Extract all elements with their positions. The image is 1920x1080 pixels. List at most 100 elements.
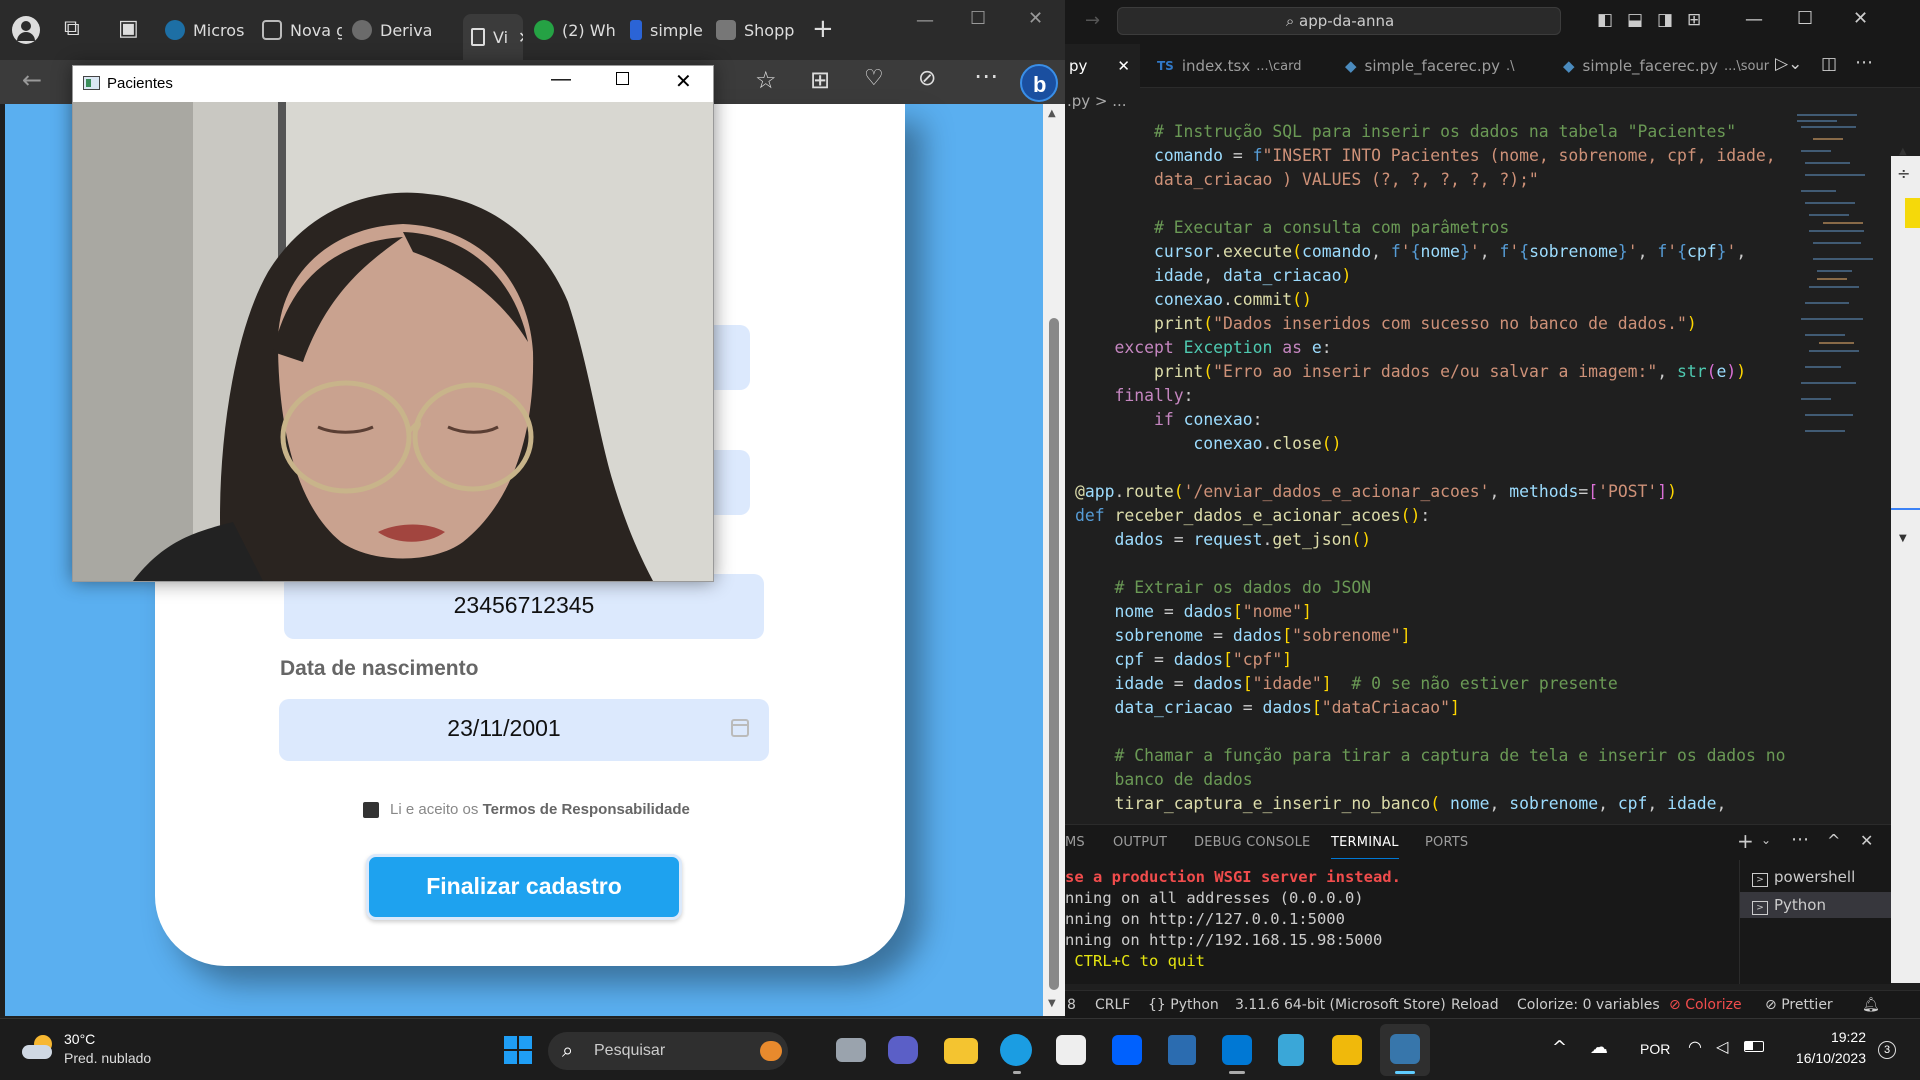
bing-copilot-icon[interactable]: b — [1020, 64, 1058, 102]
workspaces-icon[interactable]: ⧉ — [64, 18, 80, 40]
collections-icon[interactable]: ⊞ — [810, 68, 830, 92]
profile-icon[interactable] — [12, 16, 40, 44]
browser-tab[interactable]: Shopp — [716, 12, 796, 48]
status-colorize-vars[interactable]: Colorize: 0 variables — [1517, 991, 1660, 1018]
terminal-item-powershell[interactable]: > powershell — [1752, 868, 1855, 887]
new-terminal-icon[interactable]: + — [1737, 829, 1754, 853]
close-icon[interactable]: ✕ — [675, 69, 692, 94]
editor-tab[interactable]: ◆ simple_facerec.py .\ — [1345, 44, 1515, 88]
terms-link[interactable]: Termos de Responsabilidade — [483, 801, 690, 818]
tab-terminal[interactable]: TERMINAL — [1331, 825, 1399, 859]
new-tab-button[interactable]: + — [812, 16, 834, 42]
terms-checkbox[interactable] — [363, 802, 379, 818]
language-indicator[interactable]: POR — [1640, 1041, 1670, 1057]
wifi-icon[interactable]: ◠ — [1688, 1037, 1702, 1056]
submit-button[interactable]: Finalizar cadastro — [366, 854, 682, 920]
back-icon[interactable]: ← — [22, 68, 42, 92]
volume-icon[interactable]: ◁ — [1716, 1037, 1728, 1056]
start-icon[interactable] — [500, 1032, 536, 1068]
python-taskbar-button[interactable] — [1380, 1024, 1430, 1076]
paint-icon[interactable] — [1332, 1035, 1362, 1065]
browser-tab[interactable]: Nova g — [262, 12, 342, 48]
status-prettier[interactable]: ⊘ Prettier — [1765, 991, 1833, 1018]
editor-tab-active[interactable]: py ✕ — [1065, 44, 1140, 88]
more-icon[interactable]: ⋯ — [1791, 829, 1809, 850]
editor-tab[interactable]: TS index.tsx ...\card — [1157, 44, 1301, 88]
more-actions-icon[interactable]: ⋯ — [1855, 52, 1873, 73]
close-tab-icon[interactable]: ✕ — [518, 28, 523, 47]
vscode-icon[interactable] — [1222, 1035, 1252, 1065]
toggle-panel-icon[interactable]: ⬓ — [1627, 10, 1643, 30]
run-icon[interactable]: ▷⌄ — [1775, 54, 1802, 74]
tab-ports[interactable]: PORTS — [1425, 825, 1468, 861]
browser-tab[interactable]: Deriva — [352, 12, 432, 48]
battery-icon[interactable] — [1744, 1041, 1764, 1052]
editor-scrollbar[interactable]: ▲ ÷ ▼ — [1891, 128, 1920, 983]
clock-time[interactable]: 19:22 — [1786, 1029, 1866, 1045]
weather-desc[interactable]: Pred. nublado — [64, 1050, 151, 1066]
taskbar-search[interactable]: ⌕ Pesquisar — [548, 1032, 788, 1070]
terminal-item-python[interactable]: > Python — [1740, 892, 1891, 918]
status-language[interactable]: {} Python — [1148, 991, 1219, 1018]
editor-tab[interactable]: ◆ simple_facerec.py ...\sour — [1563, 44, 1769, 88]
minimap[interactable] — [1793, 110, 1883, 450]
cpf-input[interactable]: 23456712345 — [284, 574, 764, 639]
scroll-down-icon[interactable]: ▼ — [1048, 998, 1056, 1009]
split-icon[interactable]: ÷ — [1897, 164, 1910, 183]
meet-icon[interactable] — [888, 1036, 918, 1064]
extensions-icon[interactable]: ⊘ — [918, 68, 936, 90]
clock-date[interactable]: 16/10/2023 — [1766, 1050, 1866, 1066]
browser-tab[interactable]: Micros — [165, 12, 245, 48]
browser-tab-active[interactable]: Vi✕ — [463, 14, 523, 60]
status-lines[interactable]: 8 — [1067, 991, 1076, 1018]
browser-tab[interactable]: (2) Wh — [534, 12, 619, 48]
close-icon[interactable]: ✕ — [1028, 10, 1043, 28]
page-scrollbar[interactable]: ▲ ▼ — [1043, 104, 1065, 1016]
minimize-icon[interactable]: — — [916, 12, 934, 30]
notification-badge[interactable]: 3 — [1878, 1041, 1896, 1059]
store-icon[interactable] — [1056, 1035, 1086, 1065]
bell-icon[interactable]: 🔔︎ — [1862, 991, 1880, 1018]
calendar-icon[interactable] — [731, 719, 749, 737]
tab-problems[interactable]: MS — [1065, 825, 1085, 861]
status-colorize[interactable]: ⊘ Colorize — [1669, 991, 1742, 1018]
notepad-icon[interactable] — [1278, 1034, 1304, 1066]
browser-tab[interactable]: simple — [630, 12, 705, 48]
command-center-search[interactable]: ⌕ app-da-anna — [1117, 7, 1561, 35]
close-icon[interactable]: ✕ — [1853, 8, 1868, 29]
tab-actions-icon[interactable]: ▣ — [118, 18, 139, 40]
tab-output[interactable]: OUTPUT — [1113, 825, 1167, 861]
scrollbar-thumb[interactable] — [1049, 318, 1059, 990]
onedrive-icon[interactable]: ☁ — [1590, 1037, 1608, 1058]
maximize-panel-icon[interactable]: ^ — [1827, 831, 1840, 850]
code-editor[interactable]: # Instrução SQL para inserir os dados na… — [1065, 118, 1790, 818]
maximize-icon[interactable]: ☐ — [970, 10, 986, 28]
terminal[interactable]: se a production WSGI server instead. nni… — [1065, 860, 1739, 984]
chevron-down-icon[interactable]: ⌄ — [1761, 833, 1771, 847]
minimize-icon[interactable]: — — [551, 68, 571, 91]
maximize-icon[interactable] — [616, 72, 629, 85]
security-icon[interactable] — [1168, 1035, 1196, 1065]
toggle-secondary-sidebar-icon[interactable]: ◨ — [1657, 10, 1673, 30]
scroll-down-icon[interactable]: ▼ — [1899, 533, 1907, 544]
close-panel-icon[interactable]: ✕ — [1860, 831, 1873, 850]
weather-icon[interactable] — [20, 1033, 56, 1063]
status-interpreter[interactable]: 3.11.6 64-bit (Microsoft Store) — [1235, 991, 1446, 1018]
minimize-icon[interactable]: — — [1745, 9, 1763, 30]
more-icon[interactable]: ⋯ — [974, 64, 998, 88]
weather-temp[interactable]: 30°C — [64, 1031, 95, 1047]
task-view-icon[interactable] — [836, 1038, 866, 1062]
maximize-icon[interactable]: ☐ — [1797, 8, 1813, 29]
dropbox-icon[interactable] — [1112, 1035, 1142, 1065]
customize-layout-icon[interactable]: ⊞ — [1687, 10, 1701, 30]
favorites-icon[interactable]: ☆ — [755, 68, 777, 92]
scroll-up-icon[interactable]: ▲ — [1048, 108, 1056, 119]
browser-essentials-icon[interactable]: ♡ — [864, 68, 884, 90]
status-eol[interactable]: CRLF — [1095, 991, 1130, 1018]
file-explorer-icon[interactable] — [944, 1038, 978, 1064]
scroll-up-icon[interactable]: ▲ — [1899, 146, 1907, 157]
status-reload[interactable]: Reload — [1451, 991, 1499, 1018]
toggle-sidebar-icon[interactable]: ◧ — [1597, 10, 1613, 30]
breadcrumb[interactable]: .py > ... — [1065, 88, 1920, 116]
forward-icon[interactable]: → — [1085, 10, 1100, 31]
